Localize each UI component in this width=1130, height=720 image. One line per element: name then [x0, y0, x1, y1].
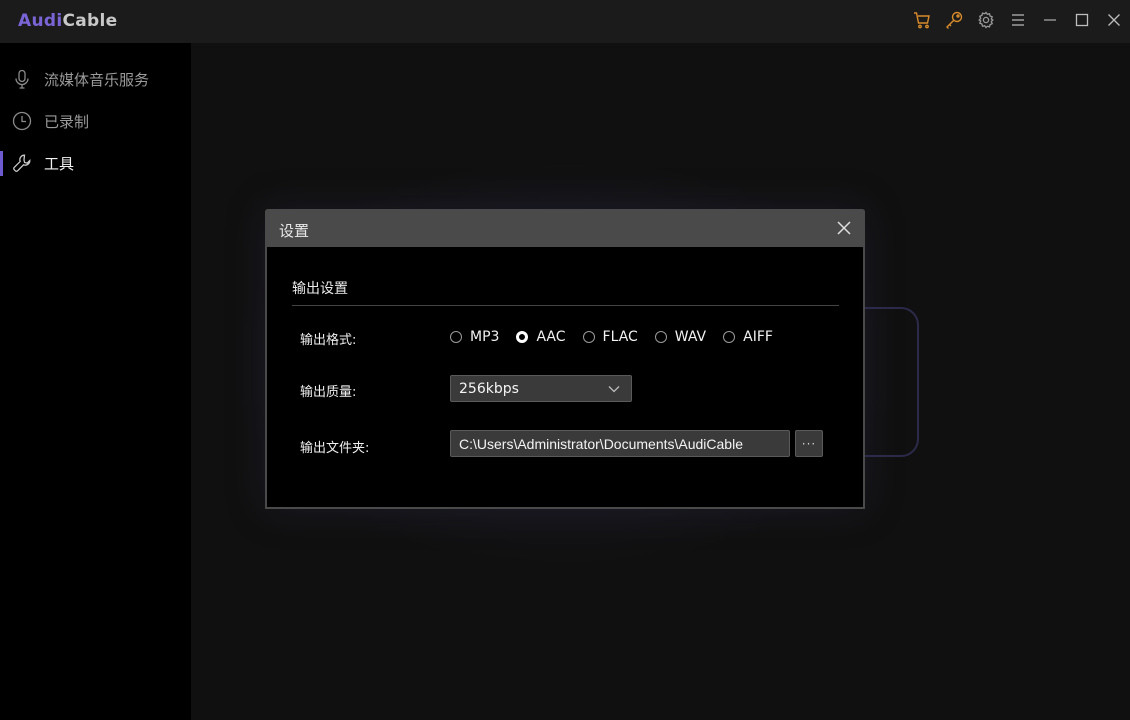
radio-circle[interactable] [723, 331, 736, 343]
quality-label: 输出质量: [300, 385, 357, 400]
radio-aiff[interactable]: AIFF [723, 329, 773, 345]
logo-part-cable: Cable [62, 11, 118, 31]
sidebar: 流媒体音乐服务 已录制 工具 [0, 43, 191, 720]
format-radio-group: MP3 AAC FLAC WAV AIFF [450, 329, 790, 345]
sidebar-item-streaming[interactable]: 流媒体音乐服务 [0, 58, 191, 100]
radio-circle[interactable] [654, 331, 667, 343]
menu-icon [1012, 14, 1024, 26]
close-icon [1108, 14, 1120, 26]
dialog-close-icon[interactable] [835, 219, 853, 237]
register-button[interactable] [938, 0, 970, 40]
radio-label: AIFF [743, 329, 773, 345]
browse-folder-button[interactable]: ··· [795, 430, 823, 457]
cart-icon [914, 12, 930, 29]
close-window-button[interactable] [1098, 0, 1130, 40]
menu-button[interactable] [1002, 0, 1034, 40]
sidebar-item-tools[interactable]: 工具 [0, 142, 191, 184]
radio-wav[interactable]: WAV [654, 329, 707, 345]
radio-flac[interactable]: FLAC [582, 329, 638, 345]
app-logo: AudiCable [18, 11, 117, 31]
titlebar-controls [906, 0, 1130, 40]
maximize-icon [1075, 13, 1089, 27]
radio-circle[interactable] [516, 331, 529, 343]
radio-circle[interactable] [582, 331, 595, 343]
folder-label: 输出文件夹: [300, 441, 370, 456]
microphone-icon [15, 69, 29, 89]
settings-dialog: 设置 输出设置 输出格式: MP3 AAC FLAC WAV AIFF 输出质量… [265, 209, 865, 509]
logo-part-audi: Audi [18, 11, 63, 31]
sidebar-item-label: 已录制 [44, 112, 90, 131]
wrench-icon [13, 154, 31, 172]
radio-circle[interactable] [450, 331, 462, 343]
radio-aac[interactable]: AAC [516, 329, 566, 345]
radio-label: MP3 [470, 329, 500, 345]
section-title: 输出设置 [292, 281, 348, 297]
dialog-header: 设置 [265, 209, 865, 247]
maximize-button[interactable] [1066, 0, 1098, 40]
minimize-icon [1044, 19, 1056, 21]
output-folder-input[interactable] [450, 430, 790, 457]
dialog-title: 设置 [279, 222, 310, 240]
quality-value: 256kbps [459, 381, 519, 397]
cart-button[interactable] [906, 0, 938, 40]
title-bar: AudiCable [0, 0, 1130, 43]
radio-label: WAV [674, 329, 707, 345]
chevron-down-icon [608, 386, 620, 393]
key-icon [946, 11, 963, 29]
gear-icon [978, 11, 994, 29]
clock-icon [12, 111, 32, 131]
radio-label: AAC [536, 329, 566, 345]
section-divider [292, 305, 839, 306]
settings-button[interactable] [970, 0, 1002, 40]
format-label: 输出格式: [300, 333, 357, 348]
sidebar-item-label: 流媒体音乐服务 [44, 70, 150, 89]
radio-label: FLAC [602, 329, 638, 345]
sidebar-item-label: 工具 [44, 154, 75, 173]
sidebar-item-recorded[interactable]: 已录制 [0, 100, 191, 142]
minimize-button[interactable] [1034, 0, 1066, 40]
radio-mp3[interactable]: MP3 [450, 329, 499, 345]
quality-select[interactable]: 256kbps [450, 375, 632, 402]
